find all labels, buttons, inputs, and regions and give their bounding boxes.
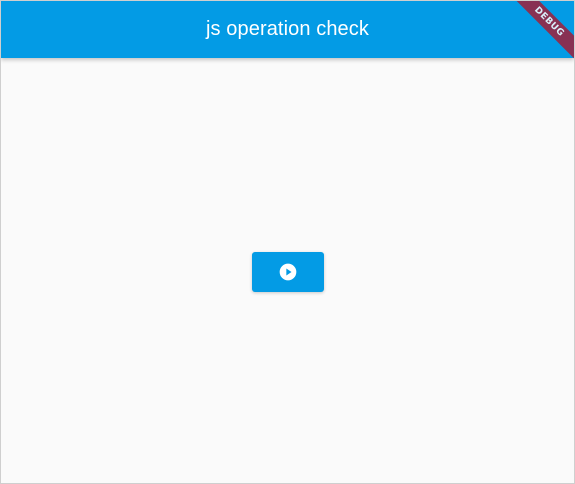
play-circle-icon (279, 263, 297, 281)
app-bar: js operation check (1, 1, 574, 58)
app-window: js operation check DEBUG (0, 0, 575, 484)
play-button[interactable] (252, 252, 324, 292)
app-bar-title: js operation check (205, 18, 369, 40)
